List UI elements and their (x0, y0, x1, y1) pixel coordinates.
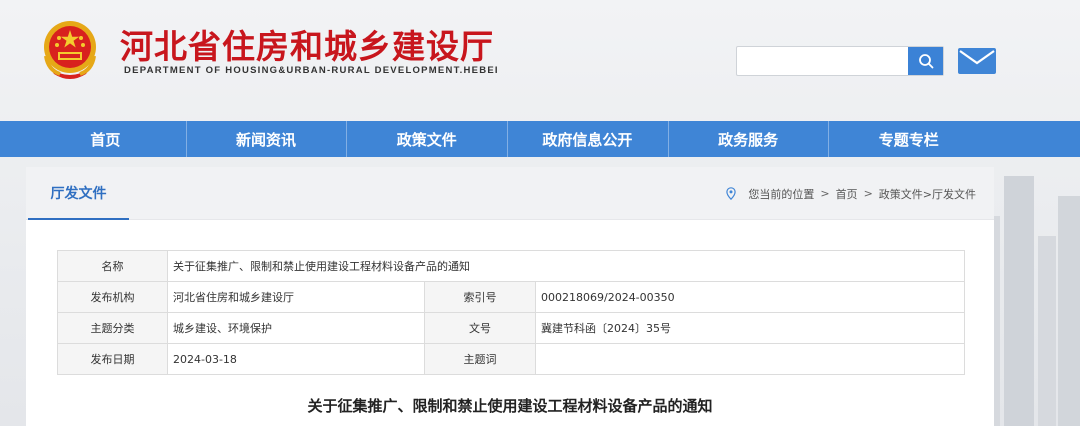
org-label: 发布机构 (57, 281, 168, 313)
table-row: 发布日期 2024-03-18 主题词 (57, 343, 965, 375)
name-label: 名称 (57, 250, 168, 282)
main-nav: 首页 新闻资讯 政策文件 政府信息公开 政务服务 专题专栏 (0, 121, 1080, 157)
category-value: 城乡建设、环境保护 (167, 312, 425, 344)
table-row: 名称 关于征集推广、限制和禁止使用建设工程材料设备产品的通知 (57, 250, 965, 282)
docno-label: 文号 (424, 312, 536, 344)
keyword-value (535, 343, 965, 375)
nav-item-gov-info[interactable]: 政府信息公开 (507, 121, 668, 157)
date-label: 发布日期 (57, 343, 168, 375)
mail-button[interactable] (958, 48, 996, 74)
breadcrumb-path[interactable]: 政策文件>厅发文件 (879, 186, 976, 202)
breadcrumb-separator: > (820, 187, 830, 200)
document-info-table: 名称 关于征集推广、限制和禁止使用建设工程材料设备产品的通知 发布机构 河北省住… (57, 250, 965, 375)
content-panel: 厅发文件 您当前的位置 > 首页 > 政策文件>厅发文件 名称 关于征集推广、限… (26, 167, 994, 426)
search-input[interactable] (737, 47, 908, 75)
search-button[interactable] (908, 47, 943, 75)
breadcrumb-home[interactable]: 首页 (836, 186, 858, 202)
nav-item-news[interactable]: 新闻资讯 (185, 121, 347, 157)
keyword-label: 主题词 (424, 343, 536, 375)
search-box (736, 46, 944, 76)
location-pin-icon (726, 187, 737, 200)
nav-item-policy[interactable]: 政策文件 (346, 121, 507, 157)
docno-value: 冀建节科函〔2024〕35号 (535, 312, 965, 344)
breadcrumb-prefix: 您当前的位置 (748, 187, 815, 201)
org-value: 河北省住房和城乡建设厅 (167, 281, 425, 313)
site-subtitle: DEPARTMENT OF HOUSING&URBAN-RURAL DEVELO… (124, 65, 499, 76)
nav-item-services[interactable]: 政务服务 (667, 121, 829, 157)
name-value: 关于征集推广、限制和禁止使用建设工程材料设备产品的通知 (167, 250, 965, 282)
section-bar: 厅发文件 您当前的位置 > 首页 > 政策文件>厅发文件 (26, 167, 994, 220)
national-emblem-icon (40, 18, 100, 82)
nav-item-home[interactable]: 首页 (25, 121, 186, 157)
index-label: 索引号 (424, 281, 536, 313)
index-value: 000218069/2024-00350 (535, 281, 965, 313)
table-row: 主题分类 城乡建设、环境保护 文号 冀建节科函〔2024〕35号 (57, 312, 965, 344)
site-title: 河北省住房和城乡建设厅 (120, 27, 494, 66)
site-header: 河北省住房和城乡建设厅 DEPARTMENT OF HOUSING&URBAN-… (0, 0, 1080, 121)
table-row: 发布机构 河北省住房和城乡建设厅 索引号 000218069/2024-0035… (57, 281, 965, 313)
breadcrumb-separator: > (863, 187, 873, 200)
category-label: 主题分类 (57, 312, 168, 344)
mail-icon (958, 48, 996, 74)
nav-item-topics[interactable]: 专题专栏 (828, 121, 989, 157)
date-value: 2024-03-18 (167, 343, 425, 375)
search-icon (918, 54, 933, 69)
section-tab[interactable]: 厅发文件 (28, 167, 129, 220)
breadcrumb: 您当前的位置 > 首页 > 政策文件>厅发文件 (726, 167, 976, 220)
document-title: 关于征集推广、限制和禁止使用建设工程材料设备产品的通知 (307, 397, 713, 415)
